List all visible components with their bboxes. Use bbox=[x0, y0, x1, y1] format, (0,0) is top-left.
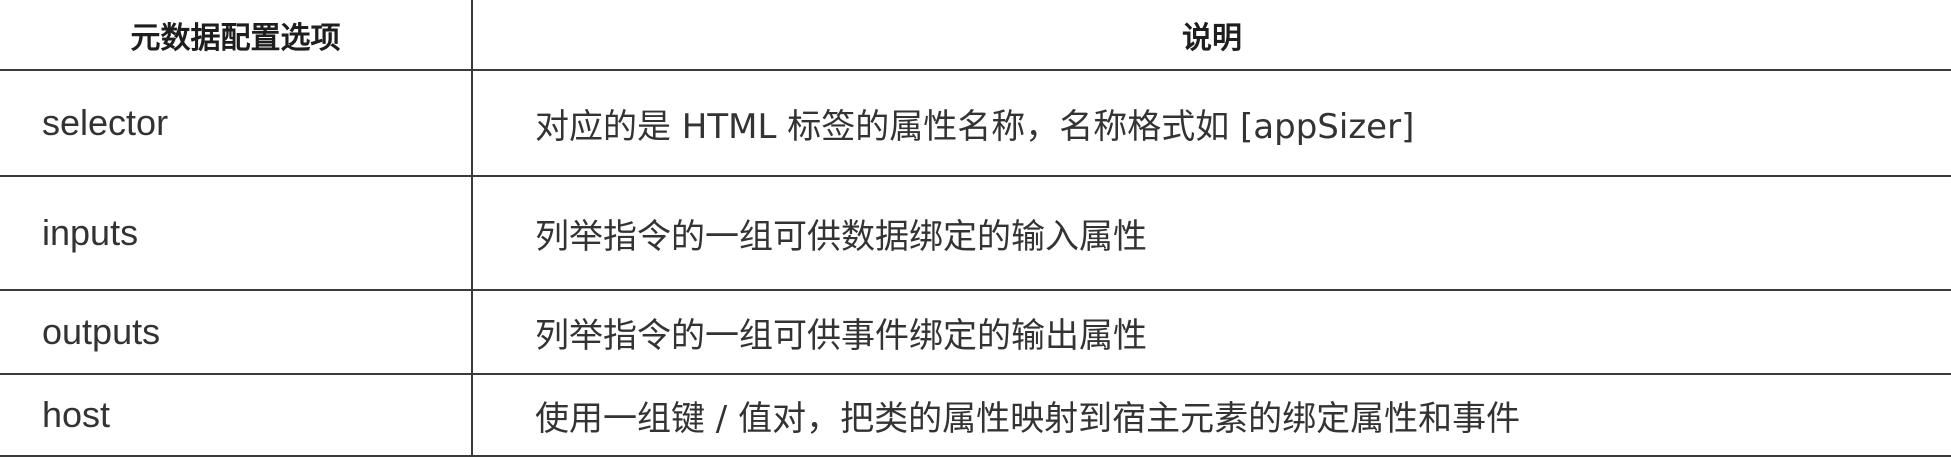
option-cell: inputs bbox=[0, 175, 473, 291]
option-cell: selector bbox=[0, 69, 473, 177]
table-header: 元数据配置选项 说明 bbox=[0, 0, 1951, 71]
header-option: 元数据配置选项 bbox=[0, 0, 473, 71]
option-cell: host bbox=[0, 373, 473, 457]
description-cell: 对应的是 HTML 标签的属性名称，名称格式如 [appSizer] bbox=[472, 69, 1951, 177]
table-row: selector 对应的是 HTML 标签的属性名称，名称格式如 [appSiz… bbox=[0, 69, 1951, 177]
table-row: host 使用一组键 / 值对，把类的属性映射到宿主元素的绑定属性和事件 bbox=[0, 373, 1951, 457]
header-description: 说明 bbox=[472, 0, 1951, 71]
description-cell: 列举指令的一组可供数据绑定的输入属性 bbox=[472, 175, 1951, 291]
metadata-options-table: 元数据配置选项 说明 selector 对应的是 HTML 标签的属性名称，名称… bbox=[0, 0, 1951, 457]
description-cell: 使用一组键 / 值对，把类的属性映射到宿主元素的绑定属性和事件 bbox=[472, 373, 1951, 457]
option-cell: outputs bbox=[0, 289, 473, 375]
description-cell: 列举指令的一组可供事件绑定的输出属性 bbox=[472, 289, 1951, 375]
table-row: outputs 列举指令的一组可供事件绑定的输出属性 bbox=[0, 289, 1951, 375]
table-body: selector 对应的是 HTML 标签的属性名称，名称格式如 [appSiz… bbox=[0, 69, 1951, 457]
table-row: inputs 列举指令的一组可供数据绑定的输入属性 bbox=[0, 175, 1951, 291]
header-row: 元数据配置选项 说明 bbox=[0, 0, 1951, 71]
